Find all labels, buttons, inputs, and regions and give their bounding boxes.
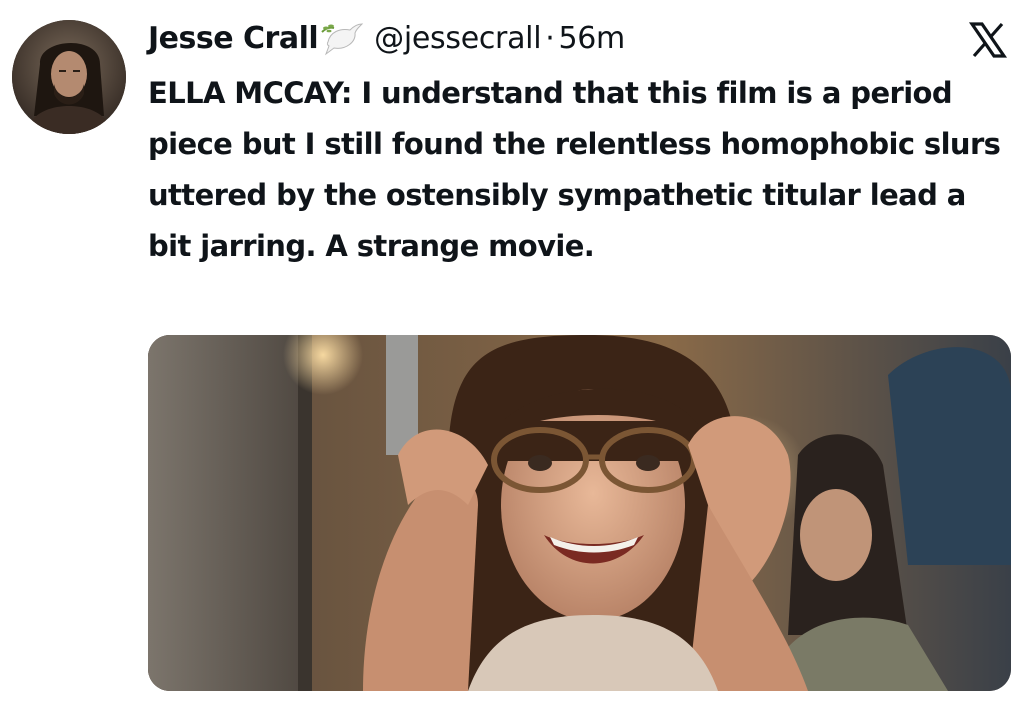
author-name[interactable]: Jesse Crall — [148, 21, 319, 56]
dove-icon — [320, 18, 364, 58]
photo-image — [148, 335, 1011, 691]
avatar[interactable] — [12, 20, 126, 134]
tweet-header: Jesse Crall @jessecrall · 56m — [148, 16, 625, 60]
author-handle[interactable]: @jessecrall — [374, 21, 541, 56]
timestamp[interactable]: 56m — [558, 21, 625, 56]
separator-dot: · — [545, 20, 555, 56]
x-logo-icon[interactable] — [966, 18, 1010, 62]
avatar-image — [12, 20, 126, 134]
tweet-text: ELLA MCCAY: I understand that this film … — [148, 76, 1001, 263]
tweet-media-photo[interactable] — [148, 335, 1011, 691]
